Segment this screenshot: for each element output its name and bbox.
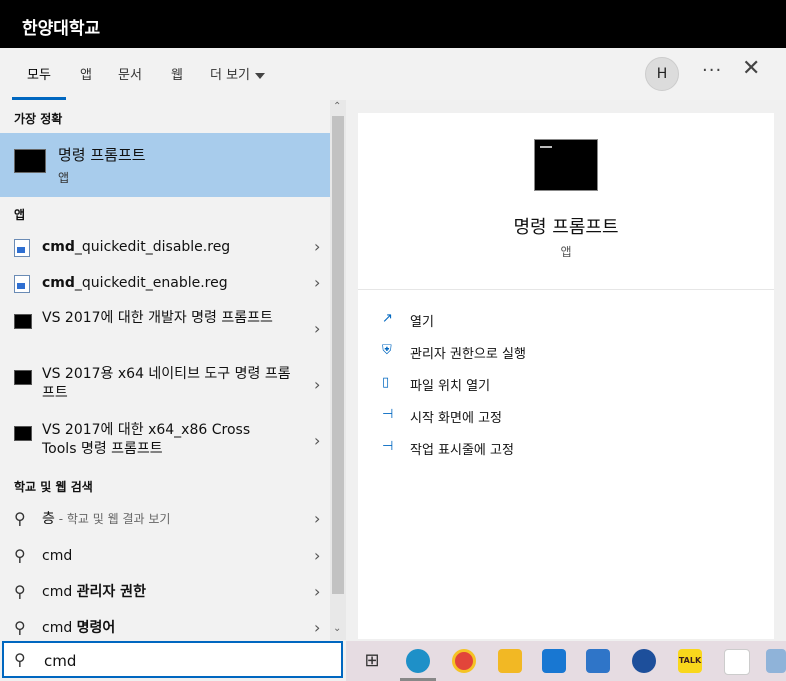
chevron-right-icon[interactable]: ›: [314, 618, 320, 637]
detail-type: 앱: [560, 245, 572, 259]
chevron-right-icon[interactable]: ›: [314, 319, 320, 338]
chevron-right-icon[interactable]: ›: [314, 546, 320, 565]
web-result[interactable]: ⚲ cmd 명령어 ›: [0, 618, 330, 640]
action-label: 파일 위치 열기: [410, 379, 491, 394]
command-prompt-icon: [14, 149, 46, 173]
action-label: 열기: [410, 315, 434, 330]
web-result-query: 층: [42, 511, 55, 527]
web-result-suggestion: 관리자 권한: [76, 584, 146, 600]
chevron-right-icon[interactable]: ›: [314, 237, 320, 256]
taskbar: ⊞ TALK: [346, 641, 786, 681]
action-label: 관리자 권한으로 실행: [410, 347, 526, 362]
search-icon: ⚲: [14, 509, 26, 528]
registry-file-icon: [14, 275, 30, 293]
avatar[interactable]: H: [645, 57, 679, 91]
divider: [358, 289, 774, 290]
best-match-item[interactable]: 명령 프롬프트 앱: [0, 133, 330, 197]
app-result[interactable]: VS 2017에 대한 개발자 명령 프롬프트 ›: [0, 309, 330, 351]
file-location-icon: ▯: [382, 375, 390, 390]
action-label: 시작 화면에 고정: [410, 411, 502, 426]
tab-documents[interactable]: 문서: [118, 64, 142, 83]
match-text: cmd: [42, 239, 75, 255]
chevron-right-icon[interactable]: ›: [314, 582, 320, 601]
app-result-label: VS 2017에 대한 개발자 명령 프롬프트: [42, 310, 273, 326]
shield-icon: ⛨: [382, 343, 392, 358]
search-input[interactable]: [42, 650, 336, 672]
chevron-right-icon[interactable]: ›: [314, 431, 320, 450]
match-text: cmd: [42, 275, 75, 291]
best-match-name: 명령 프롬프트: [58, 146, 146, 164]
search-icon: ⚲: [14, 582, 26, 601]
app-result-label: _quickedit_disable.reg: [74, 239, 231, 255]
window-title: 한양대학교: [22, 19, 101, 39]
app-result[interactable]: cmd_quickedit_disable.reg ›: [0, 237, 330, 259]
command-prompt-icon: [534, 139, 598, 191]
chevron-right-icon[interactable]: ›: [314, 273, 320, 292]
tab-all[interactable]: 모두: [27, 64, 51, 83]
registry-file-icon: [14, 239, 30, 257]
command-prompt-icon: [14, 314, 32, 329]
section-web-search: 학교 및 웹 검색: [14, 480, 93, 494]
more-options-icon[interactable]: ···: [702, 60, 722, 81]
app-icon[interactable]: [632, 649, 656, 673]
search-icon: ⚲: [14, 618, 26, 637]
section-best-match: 가장 정확: [14, 112, 63, 126]
app-result-label: VS 2017에 대한 x64_x86 Cross Tools 명령 프롬프트: [42, 422, 251, 457]
tab-more[interactable]: 더 보기: [210, 64, 266, 83]
file-explorer-icon[interactable]: [498, 649, 522, 673]
web-result-suggestion: 명령어: [76, 620, 116, 636]
pin-icon: ⊣: [382, 407, 394, 422]
scroll-up-icon[interactable]: ⌃: [333, 101, 341, 112]
detail-pane: 명령 프롬프트 앱 ↗ 열기 ⛨ 관리자 권한으로 실행 ▯ 파일 위치 열기 …: [358, 113, 774, 639]
chevron-down-icon: [255, 72, 266, 79]
scroll-down-icon[interactable]: ⌄: [333, 623, 341, 634]
scrollbar-thumb[interactable]: [332, 116, 344, 594]
chevron-right-icon[interactable]: ›: [314, 509, 320, 528]
close-icon[interactable]: ✕: [742, 56, 760, 81]
app-result[interactable]: VS 2017에 대한 x64_x86 Cross Tools 명령 프롬프트 …: [0, 421, 330, 463]
tab-more-label: 더 보기: [210, 68, 251, 83]
web-result-hint: - 학교 및 웹 결과 보기: [54, 512, 171, 526]
web-result-query: cmd: [42, 584, 77, 600]
other-app-icon[interactable]: [724, 649, 750, 675]
command-prompt-icon: [14, 426, 32, 441]
web-result-query: cmd: [42, 620, 77, 636]
edge-icon[interactable]: [406, 649, 430, 673]
search-icon: ⚲: [14, 546, 26, 565]
app-result-label: VS 2017용 x64 네이티브 도구 명령 프롬프트: [42, 366, 291, 401]
title-bar: 한양대학교: [0, 0, 786, 48]
best-match-type: 앱: [58, 171, 70, 185]
pin-icon: ⊣: [382, 439, 394, 454]
store-icon[interactable]: [586, 649, 610, 673]
tab-apps[interactable]: 앱: [80, 64, 92, 83]
command-prompt-icon: [14, 370, 32, 385]
photos-icon[interactable]: [766, 649, 786, 673]
mail-icon[interactable]: [542, 649, 566, 673]
section-apps: 앱: [14, 208, 26, 222]
app-result[interactable]: cmd_quickedit_enable.reg ›: [0, 273, 330, 295]
app-result[interactable]: VS 2017용 x64 네이티브 도구 명령 프롬프트 ›: [0, 365, 330, 407]
web-result[interactable]: ⚲ 층 - 학교 및 웹 결과 보기 ›: [0, 509, 330, 531]
search-box[interactable]: ⚲: [2, 641, 343, 678]
kakaotalk-icon[interactable]: TALK: [678, 649, 702, 673]
web-result-query: cmd: [42, 548, 73, 564]
app-result-label: _quickedit_enable.reg: [74, 275, 228, 291]
open-icon: ↗: [382, 311, 393, 326]
chrome-icon[interactable]: [452, 649, 476, 673]
web-result[interactable]: ⚲ cmd ›: [0, 546, 330, 568]
web-result[interactable]: ⚲ cmd 관리자 권한 ›: [0, 582, 330, 604]
detail-title: 명령 프롬프트: [513, 217, 619, 238]
chevron-right-icon[interactable]: ›: [314, 375, 320, 394]
task-view-icon[interactable]: ⊞: [360, 649, 384, 673]
action-label: 작업 표시줄에 고정: [410, 443, 514, 458]
tab-web[interactable]: 웹: [171, 64, 183, 83]
search-icon: ⚲: [14, 650, 26, 669]
